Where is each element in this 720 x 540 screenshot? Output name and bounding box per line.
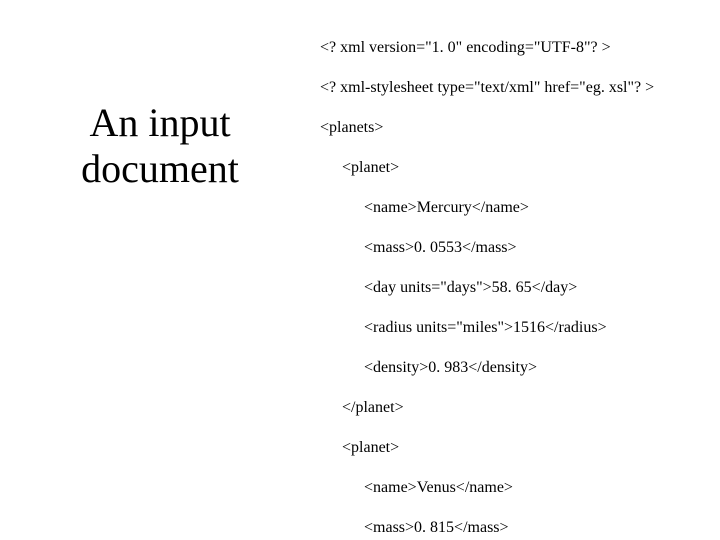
slide-title: An input document	[30, 100, 290, 192]
code-line: </planet>	[320, 398, 710, 418]
code-line: <mass>0. 0553</mass>	[320, 238, 710, 258]
code-line: <planet>	[320, 438, 710, 458]
code-line: <planet>	[320, 158, 710, 178]
code-line: <day units="days">58. 65</day>	[320, 278, 710, 298]
code-line: <name>Mercury</name>	[320, 198, 710, 218]
code-line: <planets>	[320, 118, 710, 138]
code-line: <name>Venus</name>	[320, 478, 710, 498]
code-line: <? xml-stylesheet type="text/xml" href="…	[320, 78, 710, 98]
code-line: <mass>0. 815</mass>	[320, 518, 710, 538]
code-line: <density>0. 983</density>	[320, 358, 710, 378]
xml-code-block: <? xml version="1. 0" encoding="UTF-8"? …	[320, 18, 710, 540]
code-line: <radius units="miles">1516</radius>	[320, 318, 710, 338]
code-line: <? xml version="1. 0" encoding="UTF-8"? …	[320, 38, 710, 58]
slide: An input document <? xml version="1. 0" …	[0, 0, 720, 540]
